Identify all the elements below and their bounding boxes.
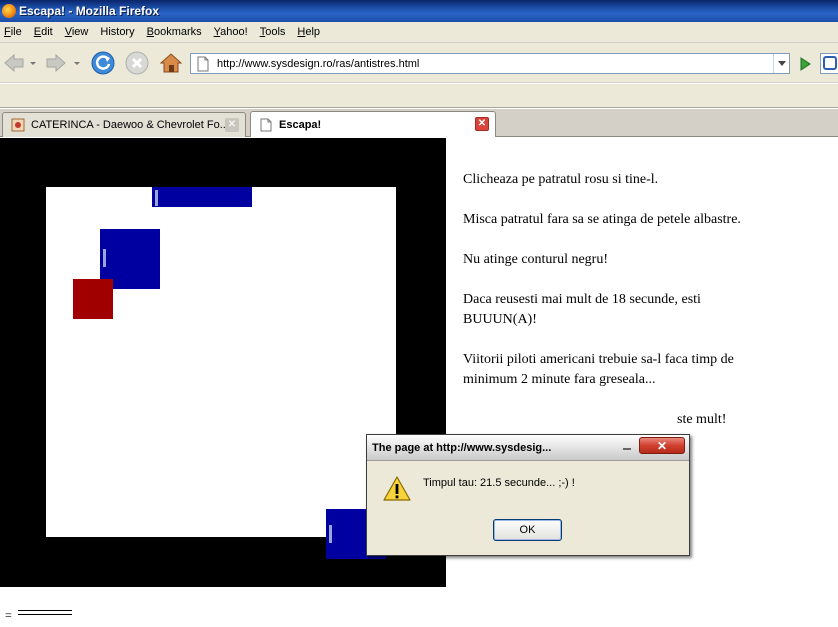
menu-edit[interactable]: Edit bbox=[28, 26, 59, 38]
search-engine-icon[interactable] bbox=[820, 53, 838, 74]
menu-yahoo[interactable]: Yahoo! bbox=[208, 26, 254, 38]
instruction-6: ste mult! bbox=[677, 412, 727, 427]
dialog-minimize-icon bbox=[619, 439, 637, 453]
instruction-4: Daca reusesti mai mult de 18 secunde, es… bbox=[463, 292, 701, 327]
blue-block bbox=[152, 187, 252, 207]
instruction-1: Clicheaza pe patratul rosu si tine-l. bbox=[463, 172, 659, 187]
tab-caterinca[interactable]: CATERINCA - Daewoo & Chevrolet Fo... ✕ bbox=[2, 112, 246, 137]
firefox-icon bbox=[2, 4, 16, 18]
back-icon[interactable] bbox=[2, 51, 26, 75]
game-field bbox=[46, 187, 396, 537]
window-titlebar: Escapa! - Mozilla Firefox bbox=[0, 0, 838, 22]
navigation-toolbar bbox=[0, 43, 838, 83]
url-input[interactable] bbox=[217, 57, 767, 70]
alert-dialog: The page at http://www.sysdesig... ✕ Tim… bbox=[366, 434, 690, 556]
tab-close-icon[interactable]: ✕ bbox=[225, 118, 239, 132]
dialog-close-icon[interactable]: ✕ bbox=[639, 437, 685, 454]
back-history-dropdown-icon[interactable] bbox=[28, 51, 38, 75]
menu-tools[interactable]: Tools bbox=[254, 26, 292, 38]
dialog-title: The page at http://www.sysdesig... bbox=[372, 441, 552, 454]
ok-button[interactable]: OK bbox=[493, 519, 562, 541]
site-favicon-icon bbox=[11, 118, 25, 132]
window-title: Escapa! - Mozilla Firefox bbox=[19, 4, 160, 18]
menu-help[interactable]: Help bbox=[291, 26, 326, 38]
red-square[interactable] bbox=[73, 279, 113, 319]
footer-text: = bbox=[5, 608, 12, 622]
reload-icon[interactable] bbox=[90, 50, 116, 76]
tab-close-icon[interactable]: ✕ bbox=[475, 117, 489, 131]
page-icon bbox=[260, 118, 272, 131]
instruction-3: Nu atinge conturul negru! bbox=[463, 252, 609, 267]
menu-file[interactable]: File bbox=[0, 26, 28, 38]
warning-icon bbox=[383, 476, 411, 501]
instruction-2: Misca patratul fara sa se atinga de pete… bbox=[463, 212, 741, 227]
home-icon[interactable] bbox=[158, 50, 184, 76]
dialog-message: Timpul tau: 21.5 secunde... ;-) ! bbox=[423, 477, 575, 489]
go-icon[interactable] bbox=[794, 53, 816, 74]
instructions-text: Clicheaza pe patratul rosu si tine-l. Mi… bbox=[463, 170, 763, 450]
tab-bar: CATERINCA - Daewoo & Chevrolet Fo... ✕ E… bbox=[0, 109, 838, 137]
page-icon bbox=[197, 56, 209, 71]
bookmarks-toolbar bbox=[0, 84, 838, 108]
tab-escapa[interactable]: Escapa! ✕ bbox=[250, 111, 496, 137]
footer-rule bbox=[18, 610, 72, 615]
menu-bar: File Edit View History Bookmarks Yahoo! Tools H… bbox=[0, 22, 838, 43]
menu-history[interactable]: History bbox=[94, 26, 140, 38]
instruction-5: Viitorii piloti americani trebuie sa-l f… bbox=[463, 352, 734, 387]
stop-icon[interactable] bbox=[124, 50, 150, 76]
address-bar[interactable] bbox=[190, 53, 790, 74]
url-history-dropdown-icon[interactable] bbox=[773, 54, 789, 73]
tab-label: CATERINCA - Daewoo & Chevrolet Fo... bbox=[31, 119, 229, 131]
forward-icon[interactable] bbox=[44, 51, 68, 75]
tab-label: Escapa! bbox=[279, 118, 322, 131]
menu-bookmarks[interactable]: Bookmarks bbox=[141, 26, 208, 38]
forward-history-dropdown-icon[interactable] bbox=[72, 51, 82, 75]
menu-view[interactable]: View bbox=[59, 26, 95, 38]
